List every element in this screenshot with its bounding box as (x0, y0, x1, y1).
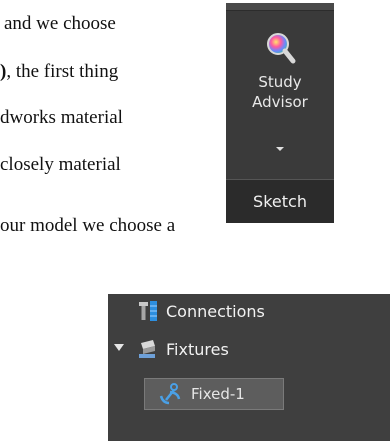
tree-item-fixed-1[interactable]: Fixed-1 (144, 378, 284, 410)
text-line-5: our model we choose a (0, 214, 175, 238)
text-fragment: closely material (0, 154, 121, 175)
study-advisor-label-line2: Advisor (252, 93, 308, 111)
tree-item-connections[interactable]: Connections (136, 298, 265, 324)
simulation-tree-panel: Connections Fixtures Fixed-1 (108, 294, 390, 441)
tree-item-label: Connections (166, 301, 265, 321)
fixed-anchor-icon (159, 383, 181, 405)
connections-icon (139, 301, 157, 321)
text-fragment: our model we choose a (0, 215, 176, 236)
collapse-arrow-icon[interactable] (114, 344, 124, 351)
ribbon-edge (226, 3, 334, 11)
text-line-3: dworks material (0, 106, 123, 130)
tab-sketch-label: Sketch (253, 192, 307, 211)
text-line-2: ), the first thing (0, 60, 118, 84)
text-fragment: and we choose (4, 13, 116, 34)
study-advisor-icon (267, 33, 296, 64)
tab-sketch[interactable]: Sketch (226, 179, 334, 223)
text-fragment: , the first thing (6, 61, 119, 82)
text-line-4: closely material (0, 153, 121, 177)
study-advisor-label-line1: Study (258, 73, 302, 91)
dropdown-arrow-icon[interactable] (276, 147, 284, 151)
text-line-1: and we choose (4, 12, 116, 36)
tree-item-label: Fixtures (166, 339, 229, 359)
text-fragment: dworks material (0, 107, 123, 128)
fixtures-icon (139, 340, 155, 358)
study-advisor-button[interactable]: Study Advisor (234, 21, 326, 171)
ribbon-panel: Study Advisor Sketch (226, 0, 334, 223)
tree-item-label: Fixed-1 (191, 385, 245, 403)
tree-item-fixtures[interactable]: Fixtures (136, 336, 229, 362)
